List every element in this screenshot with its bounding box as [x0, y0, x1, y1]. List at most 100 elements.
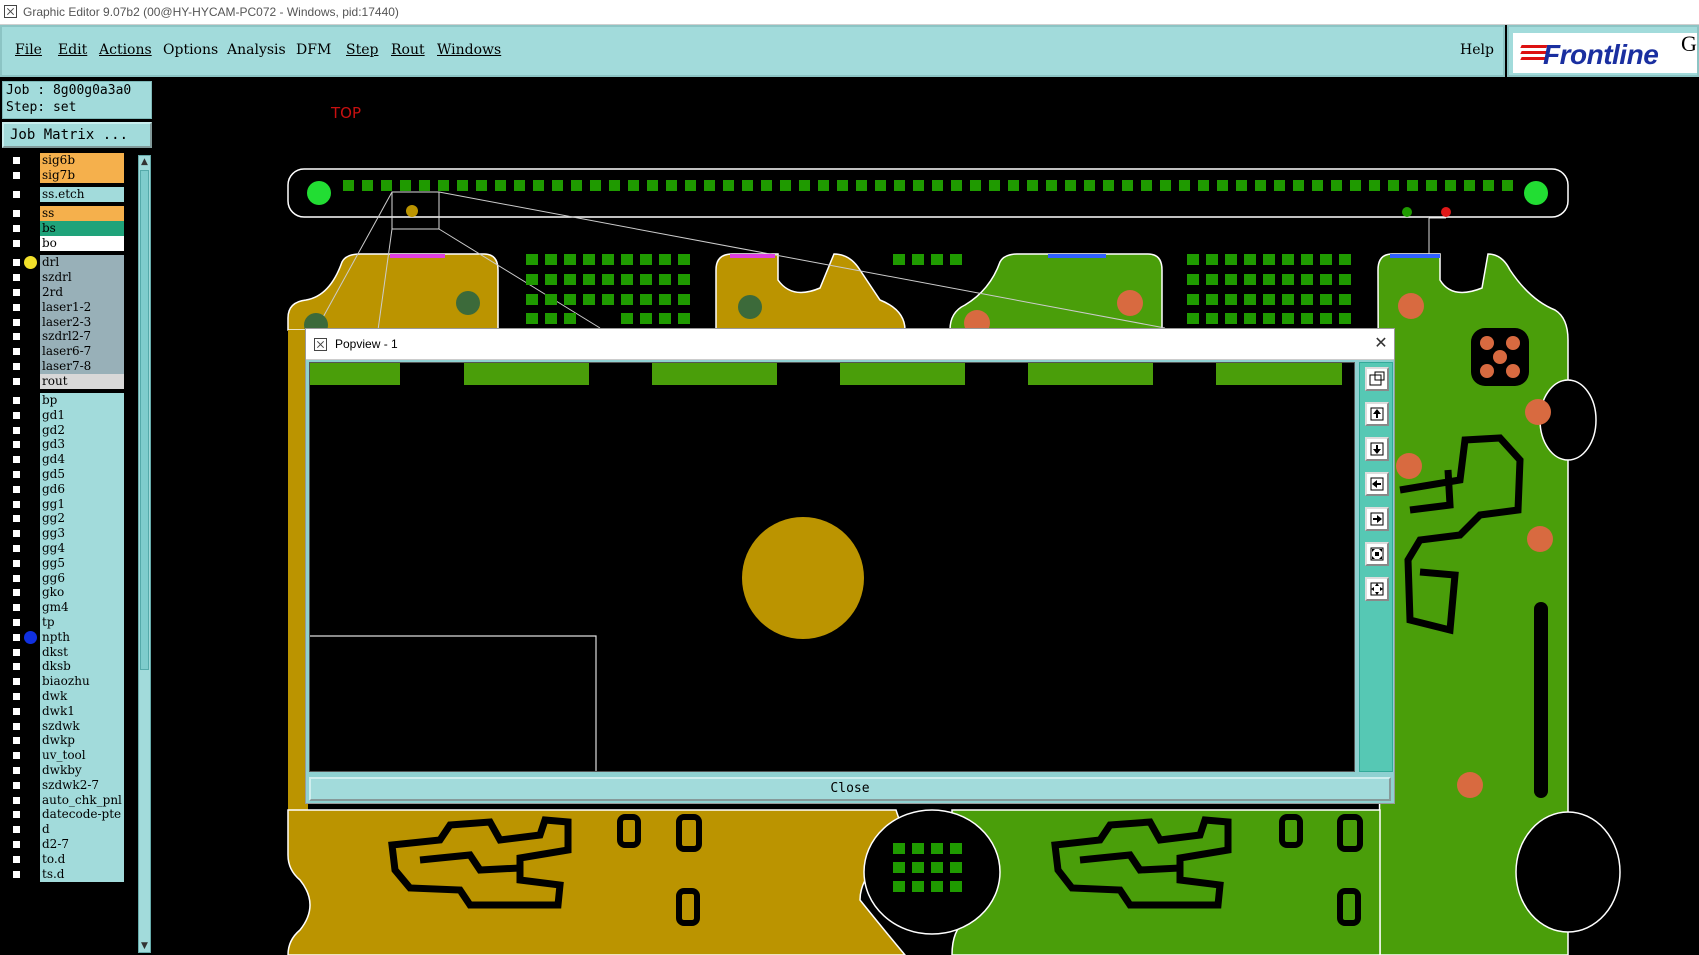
layer-name[interactable]: laser6-7 — [40, 344, 124, 360]
layer-checkbox[interactable] — [11, 528, 22, 540]
layer-row-datecode-pte[interactable]: datecode-pte — [2, 807, 126, 823]
layer-name[interactable]: bo — [40, 236, 124, 251]
zoom-out-icon[interactable] — [1365, 577, 1389, 601]
layer-checkbox[interactable] — [11, 223, 22, 235]
layer-row-dkst[interactable]: dkst — [2, 644, 126, 660]
layer-name[interactable]: biaozhu — [40, 674, 124, 690]
layer-name[interactable]: gd4 — [40, 452, 124, 468]
menu-file[interactable]: File — [15, 42, 42, 58]
layer-name[interactable]: ss.etch — [40, 187, 124, 203]
layer-row-gd2[interactable]: gd2 — [2, 422, 126, 438]
layer-row-2rd[interactable]: 2rd — [2, 284, 126, 300]
layer-checkbox[interactable] — [11, 286, 22, 298]
layer-name[interactable]: 2rd — [40, 284, 124, 300]
layer-checkbox[interactable] — [11, 779, 22, 791]
layer-checkbox[interactable] — [11, 498, 22, 510]
layer-row-laser6-7[interactable]: laser6-7 — [2, 344, 126, 360]
layer-row-tp[interactable]: tp — [2, 615, 126, 630]
layer-row-sig7b[interactable]: sig7b — [2, 167, 126, 183]
layer-row-gko[interactable]: gko — [2, 585, 126, 601]
scroll-up-icon[interactable]: ▲ — [139, 156, 150, 168]
layer-name[interactable]: npth — [40, 629, 124, 645]
layer-checkbox[interactable] — [11, 809, 22, 821]
layer-name[interactable]: gd5 — [40, 467, 124, 482]
layer-row-d[interactable]: d — [2, 822, 126, 838]
layer-checkbox[interactable] — [11, 602, 22, 614]
layer-checkbox[interactable] — [11, 676, 22, 688]
layer-checkbox[interactable] — [11, 189, 22, 201]
layer-row-gg3[interactable]: gg3 — [2, 526, 126, 542]
layer-row-laser1-2[interactable]: laser1-2 — [2, 299, 126, 315]
layer-name[interactable]: dksb — [40, 659, 124, 675]
layer-row-gg2[interactable]: gg2 — [2, 511, 126, 527]
layer-checkbox[interactable] — [11, 409, 22, 421]
layer-name[interactable]: ss — [40, 206, 124, 222]
layer-checkbox[interactable] — [11, 557, 22, 569]
menu-help[interactable]: Help — [1460, 42, 1494, 58]
layer-name[interactable]: laser1-2 — [40, 299, 124, 315]
layer-row-dwkp[interactable]: dwkp — [2, 733, 126, 749]
popview-close-button[interactable]: Close — [309, 777, 1391, 801]
layer-name[interactable]: datecode-pte — [40, 807, 124, 823]
layer-name[interactable]: dkst — [40, 644, 124, 660]
menu-analysis[interactable]: Analysis — [227, 42, 286, 58]
layer-row-d2-7[interactable]: d2-7 — [2, 837, 126, 852]
layer-name[interactable]: dwkby — [40, 763, 124, 778]
layer-checkbox[interactable] — [11, 331, 22, 343]
layer-name[interactable]: ts.d — [40, 866, 124, 882]
job-matrix-button[interactable]: Job Matrix ... — [2, 122, 152, 148]
zoom-in-icon[interactable] — [1365, 542, 1389, 566]
layer-checkbox[interactable] — [11, 360, 22, 372]
layer-row-gg6[interactable]: gg6 — [2, 570, 126, 586]
layer-checkbox[interactable] — [11, 720, 22, 732]
layer-row-szdwk2-7[interactable]: szdwk2-7 — [2, 777, 126, 793]
layer-checkbox[interactable] — [11, 646, 22, 658]
layer-checkbox[interactable] — [11, 661, 22, 673]
layer-row-gg4[interactable]: gg4 — [2, 541, 126, 556]
layer-name[interactable]: drl — [40, 255, 124, 271]
layer-checkbox[interactable] — [11, 691, 22, 702]
layer-name[interactable]: gg5 — [40, 555, 124, 571]
layer-checkbox[interactable] — [11, 155, 22, 166]
layer-name[interactable]: dwk1 — [40, 703, 124, 719]
menu-windows[interactable]: Windows — [437, 42, 501, 58]
layer-name[interactable]: gg2 — [40, 511, 124, 527]
layer-checkbox[interactable] — [11, 750, 22, 762]
layer-name[interactable]: gg1 — [40, 496, 124, 512]
layer-name[interactable]: szdwk — [40, 718, 124, 734]
layer-checkbox[interactable] — [11, 765, 22, 776]
layer-checkbox[interactable] — [11, 375, 22, 387]
layer-checkbox[interactable] — [11, 839, 22, 850]
layer-name[interactable]: bs — [40, 221, 124, 237]
layer-checkbox[interactable] — [11, 617, 22, 628]
layer-row-bp[interactable]: bp — [2, 393, 126, 408]
layer-name[interactable]: uv_tool — [40, 748, 124, 764]
layer-checkbox[interactable] — [11, 587, 22, 599]
layer-row-gd5[interactable]: gd5 — [2, 467, 126, 482]
layer-row-gm4[interactable]: gm4 — [2, 600, 126, 616]
layer-checkbox[interactable] — [11, 346, 22, 358]
layer-checkbox[interactable] — [11, 705, 22, 717]
layer-row-dwkby[interactable]: dwkby — [2, 763, 126, 778]
close-icon[interactable]: ✕ — [1372, 334, 1390, 352]
layer-row-sig6b[interactable]: sig6b — [2, 153, 126, 168]
layer-row-dksb[interactable]: dksb — [2, 659, 126, 675]
layer-name[interactable]: sig7b — [40, 167, 124, 183]
layer-checkbox[interactable] — [11, 735, 22, 747]
layer-name[interactable]: tp — [40, 615, 124, 630]
layer-row-gd6[interactable]: gd6 — [2, 481, 126, 497]
layer-name[interactable]: szdrl2-7 — [40, 329, 124, 345]
layer-name[interactable]: gg6 — [40, 570, 124, 586]
layer-checkbox[interactable] — [11, 483, 22, 495]
menu-dfm[interactable]: DFM — [296, 42, 331, 58]
layer-row-laser7-8[interactable]: laser7-8 — [2, 358, 126, 374]
layer-name[interactable]: gg4 — [40, 541, 124, 556]
layer-row-uv-tool[interactable]: uv_tool — [2, 748, 126, 764]
layer-checkbox[interactable] — [11, 794, 22, 806]
menu-step[interactable]: Step — [346, 42, 378, 58]
layer-checkbox[interactable] — [11, 238, 22, 249]
pan-left-icon[interactable] — [1365, 472, 1389, 496]
popview-titlebar[interactable]: Popview - 1 ✕ — [306, 329, 1394, 360]
layer-name[interactable]: bp — [40, 393, 124, 408]
layer-name[interactable]: gd3 — [40, 437, 124, 453]
